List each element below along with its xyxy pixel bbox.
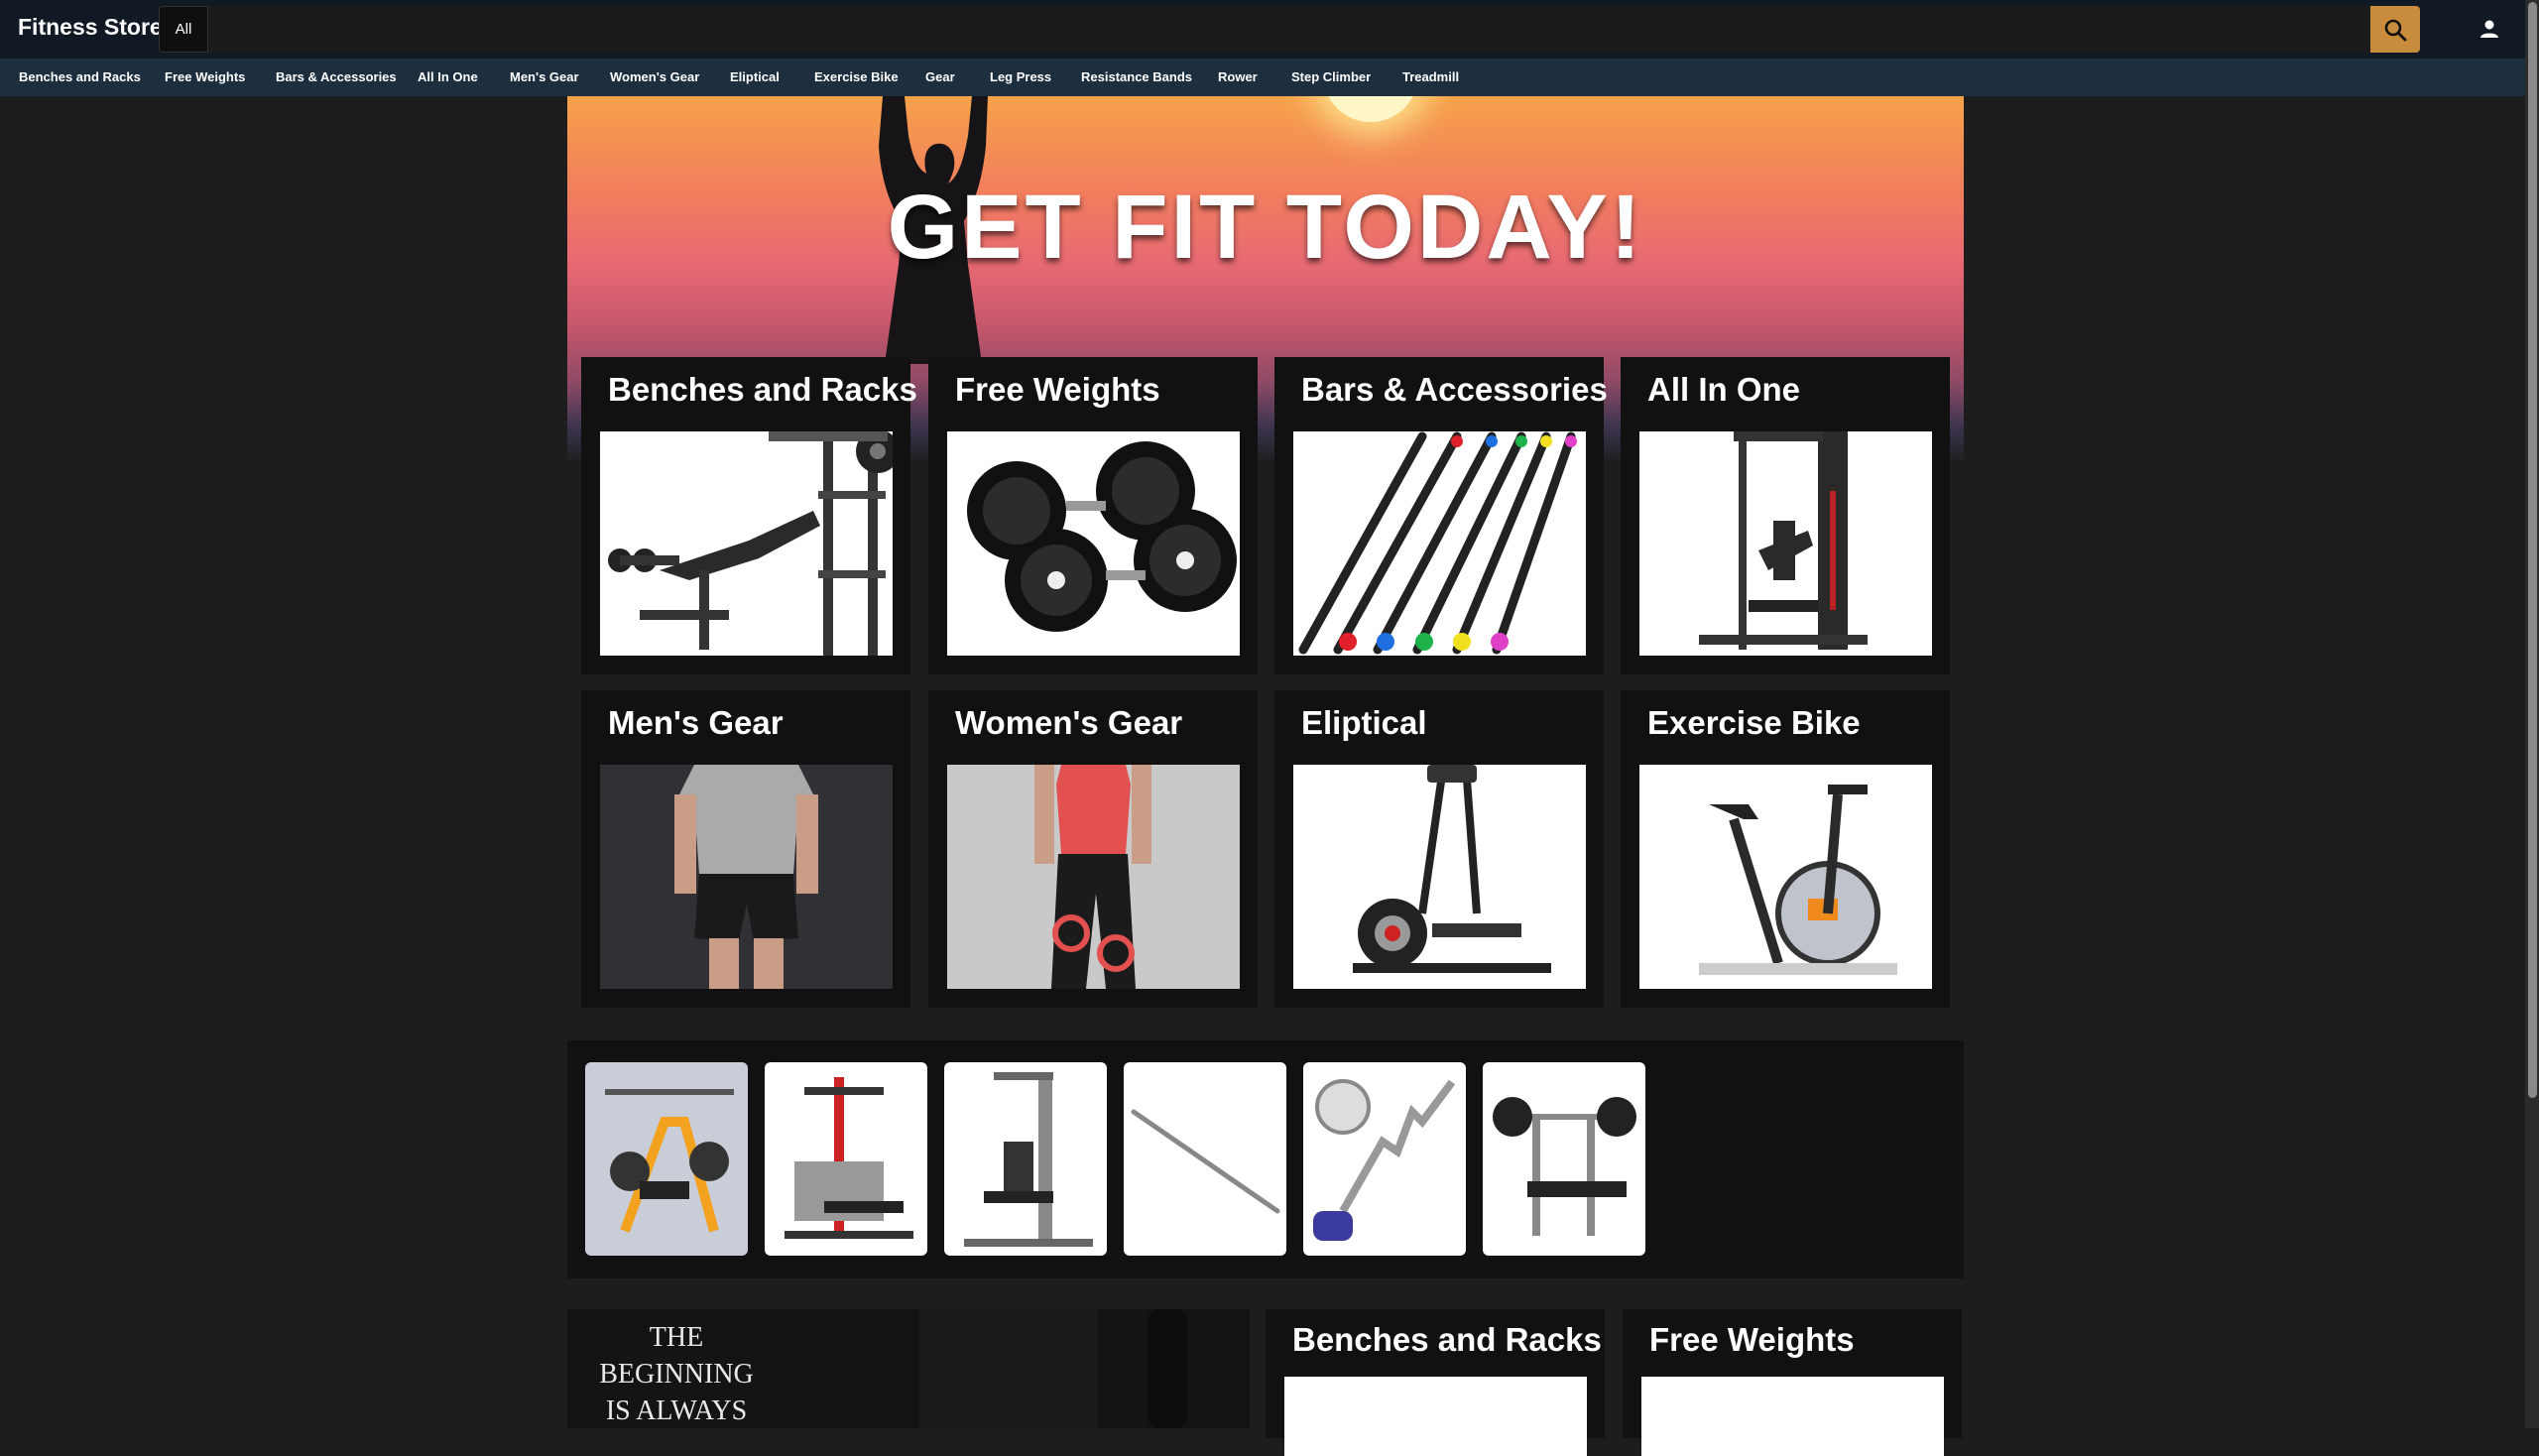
nav-treadmill[interactable]: Treadmill xyxy=(1402,69,1459,84)
womens-apparel-image[interactable] xyxy=(947,765,1240,989)
elliptical-machine-image[interactable] xyxy=(1293,765,1586,989)
card-title: Benches and Racks xyxy=(608,371,917,408)
top-bar: Fitness Store All xyxy=(0,0,2525,59)
bottom-promo-row: THE BEGINNING IS ALWAYS TOUGH Benches an… xyxy=(567,1309,1964,1456)
category-card-bars-accessories[interactable]: Bars & Accessories xyxy=(1274,357,1608,674)
home-gym-image[interactable] xyxy=(1639,431,1932,656)
category-card-free-weights[interactable]: Free Weights xyxy=(928,357,1258,674)
nav-bars-accessories[interactable]: Bars & Accessories xyxy=(276,69,397,84)
category-card-exercise-bike[interactable]: Exercise Bike xyxy=(1621,690,1950,1008)
nav-resistance-bands[interactable]: Resistance Bands xyxy=(1081,69,1192,84)
weight-bench-image[interactable] xyxy=(1284,1377,1587,1456)
nav-free-weights[interactable]: Free Weights xyxy=(165,69,245,84)
nav-mens-gear[interactable]: Men's Gear xyxy=(510,69,579,84)
weight-bench-image[interactable] xyxy=(600,431,893,656)
search-bar: All xyxy=(159,6,2420,53)
motivation-banner[interactable]: THE BEGINNING IS ALWAYS TOUGH xyxy=(567,1309,1250,1428)
card-title: Bars & Accessories xyxy=(1301,371,1608,408)
straight-barbell xyxy=(1131,1109,1280,1214)
main-content: GET FIT TODAY! Benches and Racks Free We… xyxy=(567,96,1964,1456)
product-thumb[interactable] xyxy=(765,1062,927,1256)
category-card-mens-gear[interactable]: Men's Gear xyxy=(581,690,910,1008)
category-card-benches-and-racks[interactable]: Benches and Racks xyxy=(581,357,917,674)
mens-apparel-image[interactable] xyxy=(600,765,893,989)
product-thumb[interactable] xyxy=(944,1062,1107,1256)
card-title: Men's Gear xyxy=(608,704,784,741)
nav-eliptical[interactable]: Eliptical xyxy=(730,69,780,84)
nav-leg-press[interactable]: Leg Press xyxy=(990,69,1051,84)
card-title: Women's Gear xyxy=(955,704,1183,741)
nav-rower[interactable]: Rower xyxy=(1218,69,1258,84)
search-button[interactable] xyxy=(2370,6,2420,53)
account-button[interactable] xyxy=(2470,12,2509,46)
power-rack-orange xyxy=(605,1089,734,1233)
card-title: All In One xyxy=(1647,371,1801,408)
dumbbells-image[interactable] xyxy=(1641,1377,1944,1456)
hero-title: GET FIT TODAY! xyxy=(887,177,1644,278)
product-carousel xyxy=(567,1040,1964,1278)
card-title: Free Weights xyxy=(955,371,1160,408)
scrollbar-thumb[interactable] xyxy=(2528,2,2537,1098)
product-thumb[interactable] xyxy=(1303,1062,1466,1256)
promo-card-free-weights[interactable]: Free Weights xyxy=(1623,1309,1962,1456)
user-icon xyxy=(2480,20,2498,38)
promo-card-benches-and-racks[interactable]: Benches and Racks xyxy=(1266,1309,1605,1456)
search-input[interactable] xyxy=(208,6,2370,53)
olympic-bench xyxy=(1493,1097,1636,1236)
product-thumb[interactable] xyxy=(585,1062,748,1256)
category-card-womens-gear[interactable]: Women's Gear xyxy=(928,690,1258,1008)
home-gym-grey xyxy=(964,1072,1093,1247)
category-nav: Benches and Racks Free Weights Bars & Ac… xyxy=(0,59,2525,96)
card-title: Exercise Bike xyxy=(1647,704,1861,741)
nav-womens-gear[interactable]: Women's Gear xyxy=(610,69,699,84)
sun-graphic xyxy=(1323,96,1418,122)
search-icon xyxy=(2384,19,2407,41)
card-title: Free Weights xyxy=(1649,1321,1855,1358)
card-title: Eliptical xyxy=(1301,704,1427,741)
nav-step-climber[interactable]: Step Climber xyxy=(1291,69,1371,84)
punching-bag-graphic xyxy=(1148,1309,1187,1428)
store-logo[interactable]: Fitness Store xyxy=(18,14,163,41)
nav-all-in-one[interactable]: All In One xyxy=(418,69,478,84)
category-card-all-in-one[interactable]: All In One xyxy=(1621,357,1950,674)
product-thumb[interactable] xyxy=(1483,1062,1645,1256)
weighted-bars-image[interactable] xyxy=(1293,431,1586,656)
quote-text: THE BEGINNING IS ALWAYS TOUGH xyxy=(599,1322,754,1426)
ez-curl-bar xyxy=(1313,1079,1456,1241)
home-gym-red xyxy=(785,1077,913,1239)
card-title: Benches and Racks xyxy=(1292,1321,1602,1358)
product-thumb[interactable] xyxy=(1124,1062,1286,1256)
nav-exercise-bike[interactable]: Exercise Bike xyxy=(814,69,899,84)
category-select[interactable]: All xyxy=(159,6,208,53)
spin-bike-image[interactable] xyxy=(1639,765,1932,989)
category-card-eliptical[interactable]: Eliptical xyxy=(1274,690,1604,1008)
dumbbells-image[interactable] xyxy=(947,431,1240,656)
nav-gear[interactable]: Gear xyxy=(925,69,955,84)
nav-benches-and-racks[interactable]: Benches and Racks xyxy=(19,69,141,84)
banner-shadow xyxy=(919,1309,1098,1428)
